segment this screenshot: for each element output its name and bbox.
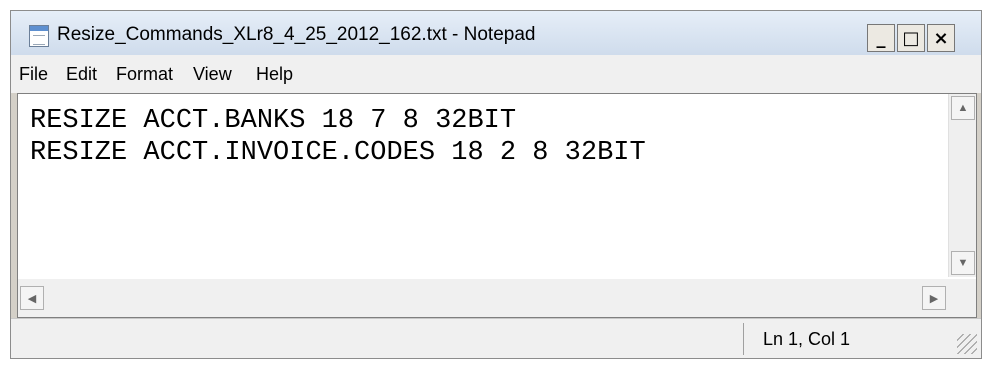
menu-bar: File Edit Format View Help <box>11 55 981 93</box>
maximize-button[interactable]: □ <box>897 24 925 52</box>
status-bar: Ln 1, Col 1 <box>11 318 981 358</box>
arrow-down-icon[interactable]: ▼ <box>951 251 975 275</box>
arrow-right-icon[interactable]: ▶ <box>922 286 946 310</box>
text-line[interactable]: RESIZE ACCT.BANKS 18 7 8 32BIT <box>30 106 516 136</box>
minimize-button[interactable]: _ <box>867 24 895 52</box>
arrow-left-icon[interactable]: ◀ <box>20 286 44 310</box>
menu-view[interactable]: View <box>193 64 232 85</box>
notepad-window: Resize_Commands_XLr8_4_25_2012_162.txt -… <box>10 10 982 359</box>
vertical-scrollbar[interactable]: ▲ ▼ <box>948 94 976 277</box>
title-bar[interactable]: Resize_Commands_XLr8_4_25_2012_162.txt -… <box>11 11 981 55</box>
notepad-icon[interactable] <box>29 25 49 47</box>
menu-help[interactable]: Help <box>256 64 293 85</box>
text-editor[interactable]: RESIZE ACCT.BANKS 18 7 8 32BIT RESIZE AC… <box>17 93 977 318</box>
scrollbar-corner <box>948 279 976 317</box>
size-grip-icon[interactable] <box>957 334 977 354</box>
menu-format[interactable]: Format <box>116 64 173 85</box>
window-title: Resize_Commands_XLr8_4_25_2012_162.txt -… <box>57 24 536 45</box>
status-divider <box>743 323 744 355</box>
cursor-position: Ln 1, Col 1 <box>763 329 851 349</box>
menu-file[interactable]: File <box>19 64 48 85</box>
horizontal-scrollbar[interactable]: ◀ ▶ <box>18 279 948 317</box>
text-line[interactable]: RESIZE ACCT.INVOICE.CODES 18 2 8 32BIT <box>30 138 646 168</box>
menu-edit[interactable]: Edit <box>66 64 97 85</box>
arrow-up-icon[interactable]: ▲ <box>951 96 975 120</box>
close-button[interactable]: × <box>927 24 955 52</box>
